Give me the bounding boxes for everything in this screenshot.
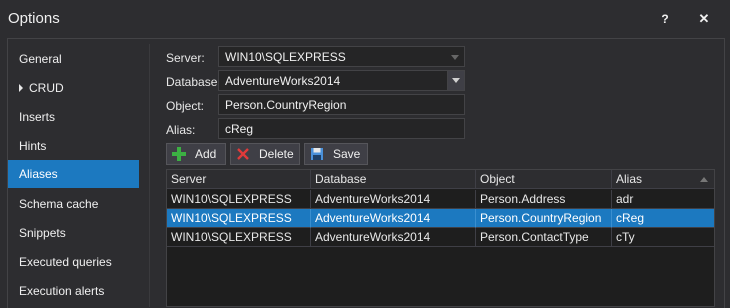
cell-database: AdventureWorks2014 <box>311 228 476 247</box>
object-value: Person.CountryRegion <box>225 97 347 112</box>
add-button[interactable]: Add <box>166 143 226 165</box>
grid-header: Server Database Object Alias <box>167 170 714 189</box>
add-label: Add <box>195 147 217 161</box>
expand-arrow-icon[interactable] <box>19 84 23 92</box>
column-header-server[interactable]: Server <box>167 170 311 189</box>
column-header-label: Alias <box>616 172 643 186</box>
sort-ascending-icon <box>700 177 708 182</box>
alias-label: Alias: <box>166 123 196 137</box>
sidebar-item-label: CRUD <box>29 81 64 95</box>
delete-x-icon <box>235 146 251 162</box>
alias-value: cReg <box>225 121 254 136</box>
window-title: Options <box>8 10 60 27</box>
plus-icon <box>171 146 187 162</box>
delete-label: Delete <box>259 147 294 161</box>
server-dropdown[interactable]: WIN10\SQLEXPRESS <box>218 46 465 67</box>
sidebar-item-executed-queries[interactable]: Executed queries <box>8 248 139 276</box>
column-header-database[interactable]: Database <box>311 170 476 189</box>
sidebar-item-label: Hints <box>19 139 47 153</box>
cell-alias: cReg <box>612 209 714 228</box>
server-label: Server: <box>166 51 205 65</box>
table-row-selected[interactable]: WIN10\SQLEXPRESS AdventureWorks2014 Pers… <box>167 209 714 228</box>
title-bar: Options ? ✕ <box>0 0 730 38</box>
sidebar-item-label: Executed queries <box>19 255 112 269</box>
delete-button[interactable]: Delete <box>230 143 300 165</box>
server-value: WIN10\SQLEXPRESS <box>225 49 346 64</box>
sidebar-divider <box>149 44 150 307</box>
cell-object: Person.CountryRegion <box>476 209 612 228</box>
cell-object: Person.ContactType <box>476 228 612 247</box>
sidebar-item-label: General <box>19 52 62 66</box>
sidebar-item-label: Execution alerts <box>19 284 105 298</box>
table-row[interactable]: WIN10\SQLEXPRESS AdventureWorks2014 Pers… <box>167 228 714 247</box>
cell-object: Person.Address <box>476 190 612 209</box>
floppy-disk-icon <box>309 146 325 162</box>
cell-alias: adr <box>612 190 714 209</box>
cell-server: WIN10\SQLEXPRESS <box>167 209 311 228</box>
sidebar-item-label: Aliases <box>19 167 58 181</box>
cell-alias: cTy <box>612 228 714 247</box>
sidebar-item-aliases[interactable]: Aliases <box>8 160 139 188</box>
database-value: AdventureWorks2014 <box>225 73 341 88</box>
column-header-object[interactable]: Object <box>476 170 612 189</box>
database-dropdown-button[interactable] <box>447 71 464 90</box>
chevron-down-icon <box>452 78 460 83</box>
sidebar-item-hints[interactable]: Hints <box>8 132 139 160</box>
object-field[interactable]: Person.CountryRegion <box>218 94 465 115</box>
cell-database: AdventureWorks2014 <box>311 190 476 209</box>
help-button[interactable]: ? <box>654 9 676 29</box>
cell-database: AdventureWorks2014 <box>311 209 476 228</box>
sidebar-item-inserts[interactable]: Inserts <box>8 103 139 131</box>
close-button[interactable]: ✕ <box>693 9 715 29</box>
save-label: Save <box>333 147 361 161</box>
sidebar-item-crud[interactable]: CRUD <box>8 74 139 102</box>
sidebar-item-execution-alerts[interactable]: Execution alerts <box>8 277 139 305</box>
save-button[interactable]: Save <box>304 143 368 165</box>
cell-server: WIN10\SQLEXPRESS <box>167 228 311 247</box>
object-label: Object: <box>166 99 205 113</box>
aliases-grid: Server Database Object Alias WIN10\SQLEX… <box>166 169 715 307</box>
sidebar-item-general[interactable]: General <box>8 45 139 73</box>
sidebar-item-label: Snippets <box>19 226 66 240</box>
column-header-alias[interactable]: Alias <box>612 170 714 189</box>
close-icon: ✕ <box>698 11 710 26</box>
sidebar-item-snippets[interactable]: Snippets <box>8 219 139 247</box>
chevron-down-icon <box>451 55 459 60</box>
sidebar-item-label: Inserts <box>19 110 56 124</box>
sidebar-item-label: Schema cache <box>19 197 99 211</box>
sidebar-item-schema-cache[interactable]: Schema cache <box>8 190 139 218</box>
cell-server: WIN10\SQLEXPRESS <box>167 190 311 209</box>
table-row[interactable]: WIN10\SQLEXPRESS AdventureWorks2014 Pers… <box>167 190 714 209</box>
alias-field[interactable]: cReg <box>218 118 465 139</box>
database-dropdown[interactable]: AdventureWorks2014 <box>218 70 465 91</box>
database-label: Database: <box>166 75 221 89</box>
